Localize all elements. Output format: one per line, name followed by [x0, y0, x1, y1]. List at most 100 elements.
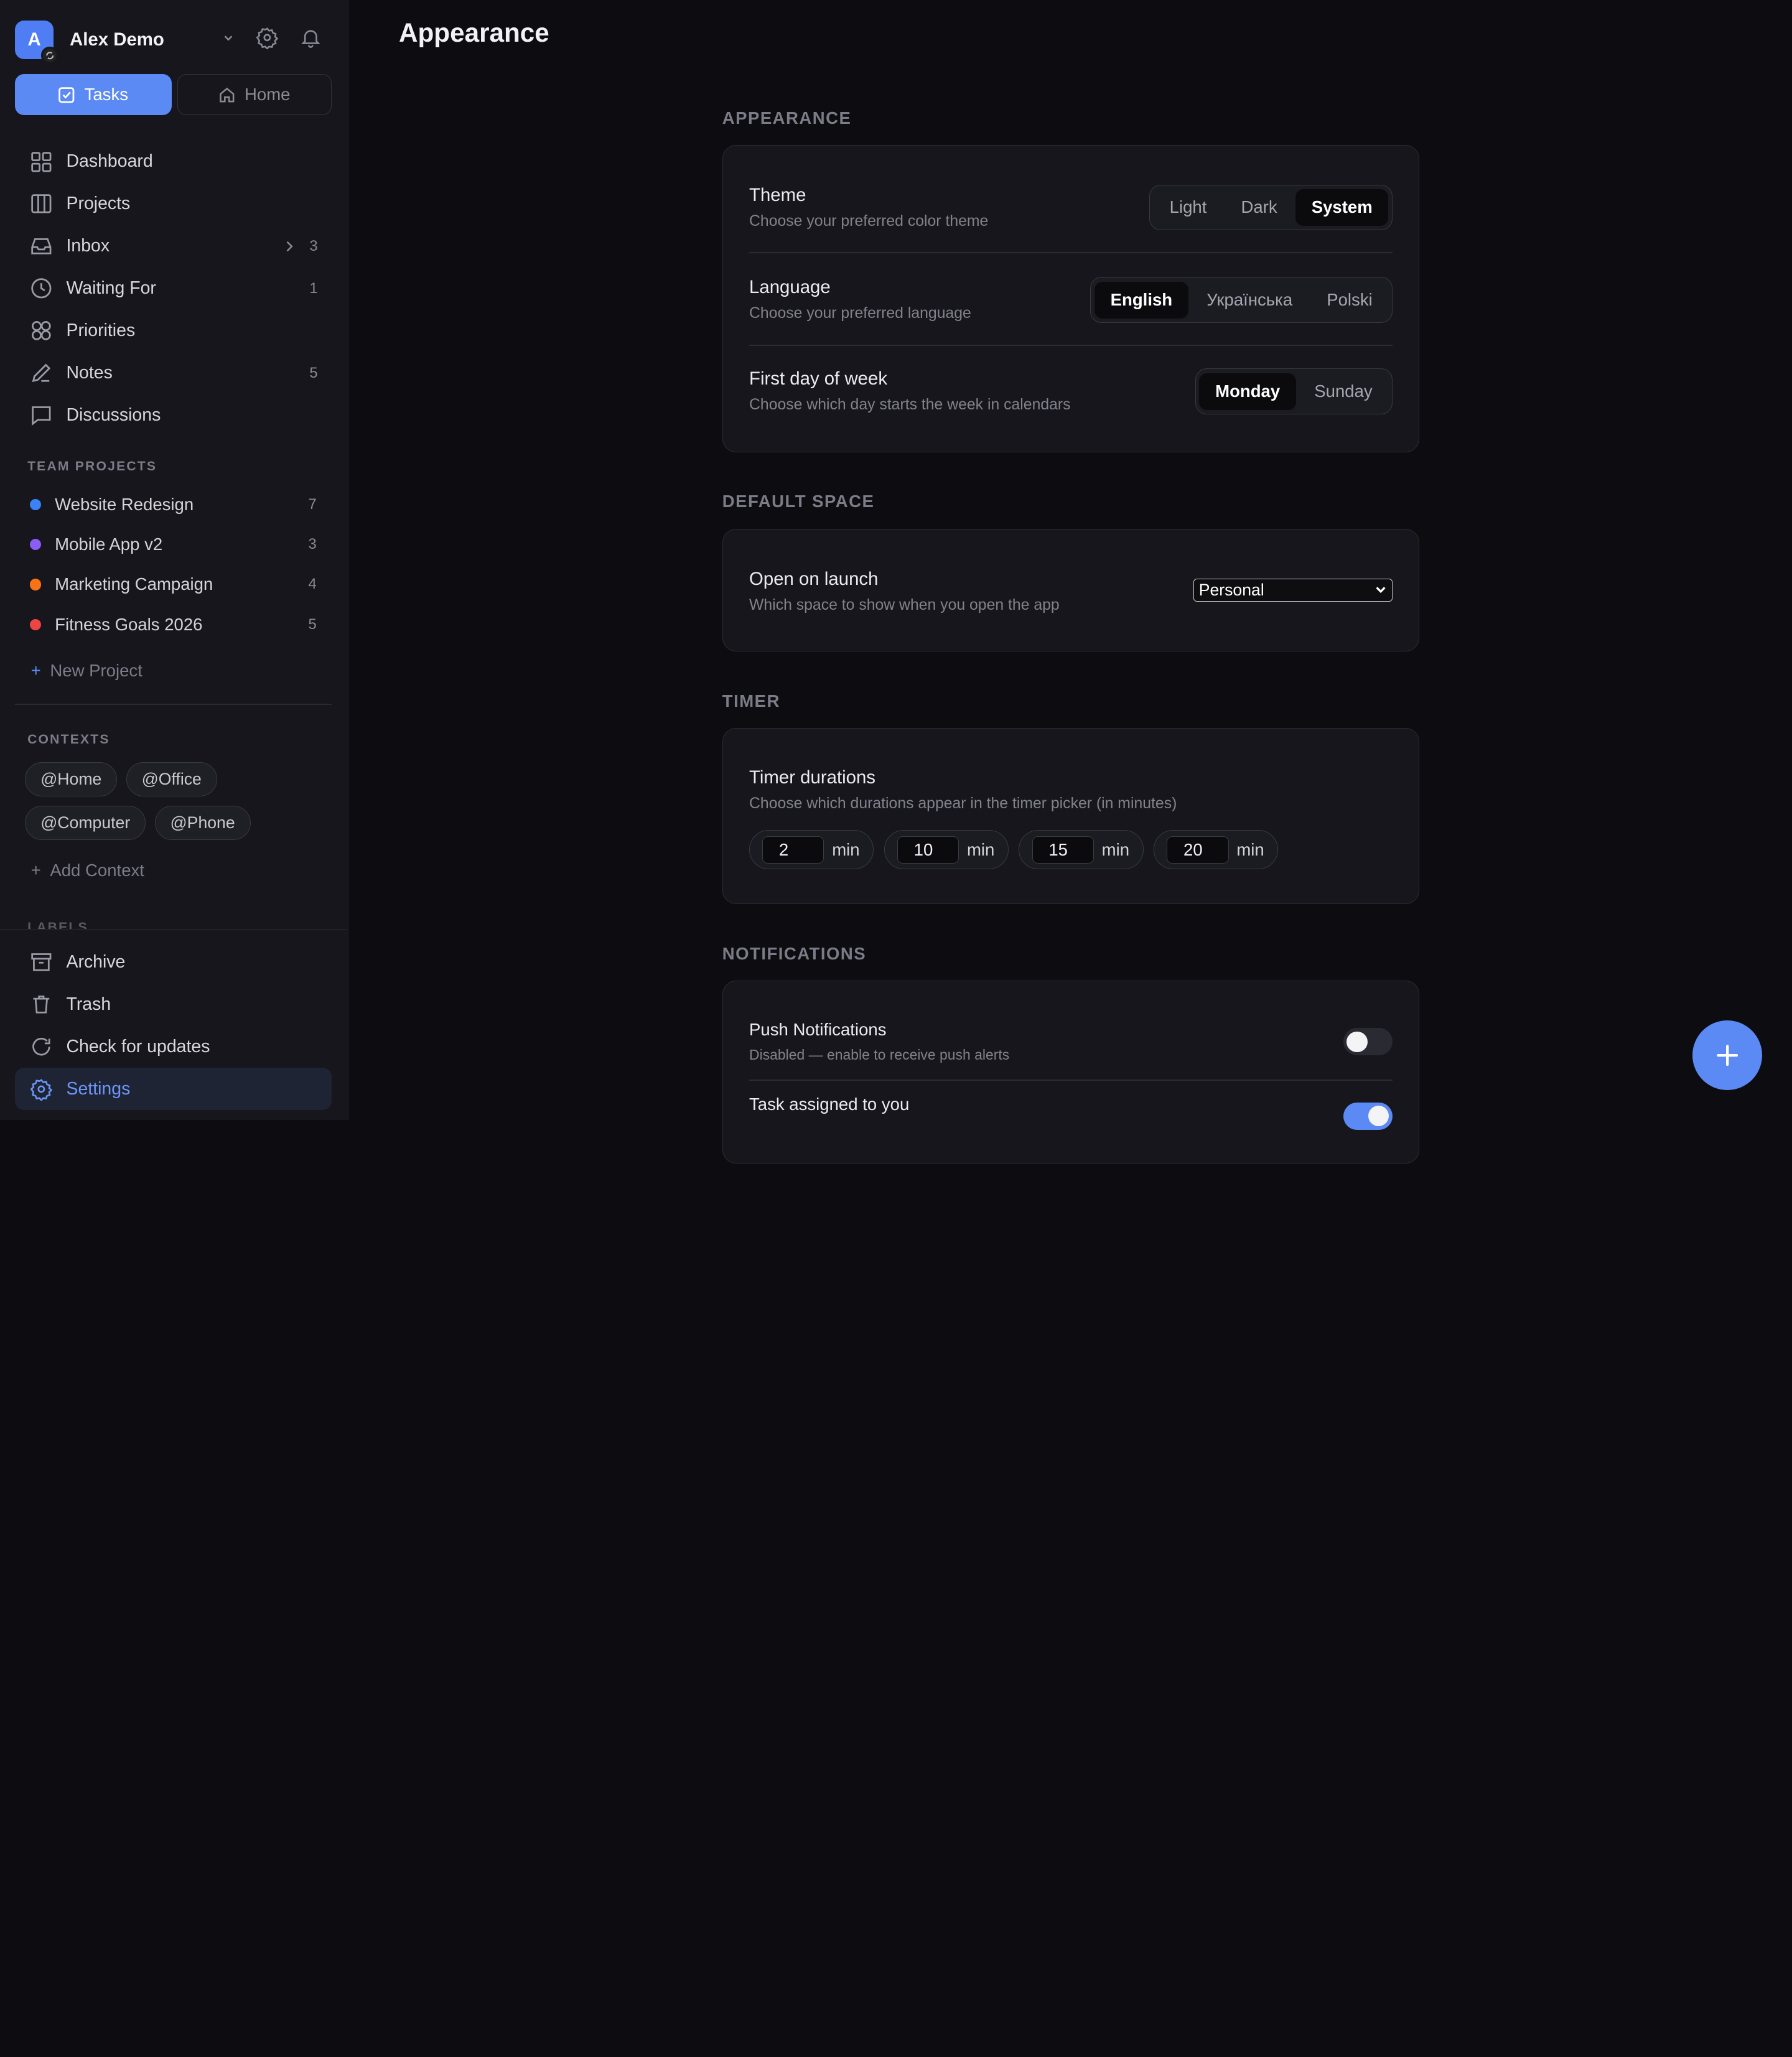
language-option-ukrainian[interactable]: Українська — [1191, 282, 1309, 319]
account-switcher[interactable]: A Alex Demo — [14, 19, 332, 64]
context-chip[interactable]: @Home — [25, 762, 118, 797]
week-option-sunday[interactable]: Sunday — [1299, 373, 1389, 410]
task-assigned-title: Task assigned to you — [749, 1094, 910, 1114]
add-context-label: Add Context — [50, 861, 144, 880]
timer-duration-input[interactable]: 20 — [1167, 836, 1229, 864]
push-title: Push Notifications — [749, 1020, 887, 1040]
new-project-button[interactable]: + New Project — [31, 661, 142, 681]
contexts-list: @Home @Office @Computer @Phone — [25, 762, 322, 840]
project-color-dot — [29, 538, 42, 551]
project-label: Marketing Campaign — [55, 574, 213, 594]
add-context-button[interactable]: + Add Context — [31, 861, 144, 880]
language-option-english[interactable]: English — [1094, 281, 1188, 319]
gear-icon[interactable] — [256, 26, 279, 49]
nav-label: Priorities — [66, 320, 136, 341]
nav-item-projects[interactable]: Projects — [15, 183, 332, 225]
project-count: 5 — [308, 615, 317, 633]
project-item-mobile-app[interactable]: Mobile App v2 3 — [15, 525, 332, 564]
nav-item-dashboard[interactable]: Dashboard — [15, 141, 332, 183]
chat-icon — [30, 404, 53, 427]
appearance-card: Theme Choose your preferred color theme … — [722, 145, 1420, 453]
nav-item-settings[interactable]: Settings — [14, 1068, 332, 1111]
week-option-monday[interactable]: Monday — [1199, 373, 1296, 410]
nav-label: Inbox — [66, 236, 110, 256]
sync-icon — [41, 47, 58, 64]
default-space-section-title: DEFAULT SPACE — [722, 491, 875, 511]
nav-label: Waiting For — [66, 278, 156, 299]
project-label: Mobile App v2 — [55, 534, 163, 554]
bell-icon[interactable] — [299, 26, 322, 49]
nav-label: Projects — [66, 194, 131, 214]
notifications-section-title: NOTIFICATIONS — [722, 944, 867, 964]
team-projects-title: TEAM PROJECTS — [27, 459, 157, 474]
chevron-right-icon[interactable] — [284, 240, 295, 253]
project-item-website-redesign[interactable]: Website Redesign 7 — [15, 485, 332, 525]
project-color-dot — [29, 579, 42, 590]
project-color-dot — [29, 618, 42, 630]
checkbox-icon — [58, 86, 75, 104]
timer-duration-chip: 2 min — [749, 830, 874, 869]
nav-item-check-updates[interactable]: Check for updates — [15, 1026, 332, 1068]
nav-item-archive[interactable]: Archive — [15, 941, 332, 984]
project-label: Website Redesign — [55, 494, 194, 514]
timer-unit: min — [1236, 839, 1264, 859]
appearance-section-title: APPEARANCE — [722, 108, 852, 128]
timer-unit: min — [832, 839, 860, 859]
avatar-initial: A — [27, 29, 41, 50]
timer-duration-input[interactable]: 15 — [1032, 836, 1094, 864]
timer-duration-input[interactable]: 10 — [897, 836, 959, 864]
project-item-fitness-goals[interactable]: Fitness Goals 2026 5 — [15, 605, 332, 645]
theme-option-system[interactable]: System — [1295, 189, 1389, 226]
push-notifications-toggle[interactable] — [1343, 1028, 1393, 1056]
project-item-marketing-campaign[interactable]: Marketing Campaign 4 — [15, 564, 332, 604]
sidebar: A Alex Demo Tasks Home Dashboard Project… — [0, 0, 349, 1120]
nav-label: Discussions — [66, 405, 161, 426]
home-label: Home — [245, 85, 291, 105]
timer-duration-chip: 15 min — [1019, 830, 1144, 869]
main-nav: Dashboard Projects Inbox 3 Waiting For 1… — [15, 141, 332, 437]
plus-icon: + — [30, 660, 41, 680]
chevron-down-icon[interactable] — [222, 31, 235, 45]
project-count: 4 — [308, 576, 317, 593]
nav-item-inbox[interactable]: Inbox 3 — [15, 225, 332, 268]
toggle-knob — [1368, 1106, 1389, 1127]
context-chip[interactable]: @Computer — [25, 805, 146, 840]
row-divider — [749, 1079, 1393, 1081]
grid-icon — [30, 151, 53, 174]
space-select[interactable]: Personal — [1193, 579, 1393, 602]
nav-item-notes[interactable]: Notes 5 — [15, 352, 332, 394]
project-label: Fitness Goals 2026 — [55, 614, 203, 634]
timer-duration-input[interactable]: 2 — [762, 836, 824, 864]
home-button[interactable]: Home — [177, 74, 332, 116]
default-space-card: Open on launch Which space to show when … — [722, 529, 1420, 651]
nav-label: Trash — [66, 994, 111, 1015]
language-segmented-control: English Українська Polski — [1090, 277, 1393, 323]
nav-item-trash[interactable]: Trash — [15, 984, 332, 1026]
settings-icon — [30, 1078, 53, 1101]
sidebar-bottom: Archive Trash Check for updates Settings — [0, 929, 348, 1120]
theme-option-light[interactable]: Light — [1154, 189, 1223, 226]
tasks-button[interactable]: Tasks — [14, 74, 172, 116]
push-notifications-row: Push Notifications Disabled — enable to … — [749, 1020, 1393, 1063]
contexts-title: CONTEXTS — [27, 732, 110, 747]
theme-option-dark[interactable]: Dark — [1225, 189, 1294, 226]
nav-item-priorities[interactable]: Priorities — [15, 310, 332, 352]
sidebar-divider — [14, 704, 332, 706]
task-assigned-row: Task assigned to you — [749, 1094, 1393, 1114]
nav-label: Archive — [66, 952, 126, 973]
team-projects-list: Website Redesign 7 Mobile App v2 3 Marke… — [15, 485, 332, 645]
language-option-polish[interactable]: Polski — [1311, 282, 1389, 319]
context-chip[interactable]: @Office — [126, 762, 217, 797]
project-count: 7 — [308, 495, 317, 513]
nav-item-discussions[interactable]: Discussions — [15, 394, 332, 437]
app-root: A Alex Demo Tasks Home Dashboard Project… — [0, 0, 1792, 1164]
timer-title: Timer durations — [749, 767, 875, 788]
notifications-card: Push Notifications Disabled — enable to … — [722, 980, 1420, 1164]
nav-item-waiting-for[interactable]: Waiting For 1 — [15, 268, 332, 310]
project-color-dot — [29, 498, 42, 511]
task-assigned-toggle[interactable] — [1343, 1102, 1393, 1130]
context-chip[interactable]: @Phone — [154, 805, 251, 840]
add-task-fab[interactable] — [1692, 1020, 1763, 1091]
pen-icon — [30, 361, 53, 385]
push-desc: Disabled — enable to receive push alerts — [749, 1047, 1010, 1063]
